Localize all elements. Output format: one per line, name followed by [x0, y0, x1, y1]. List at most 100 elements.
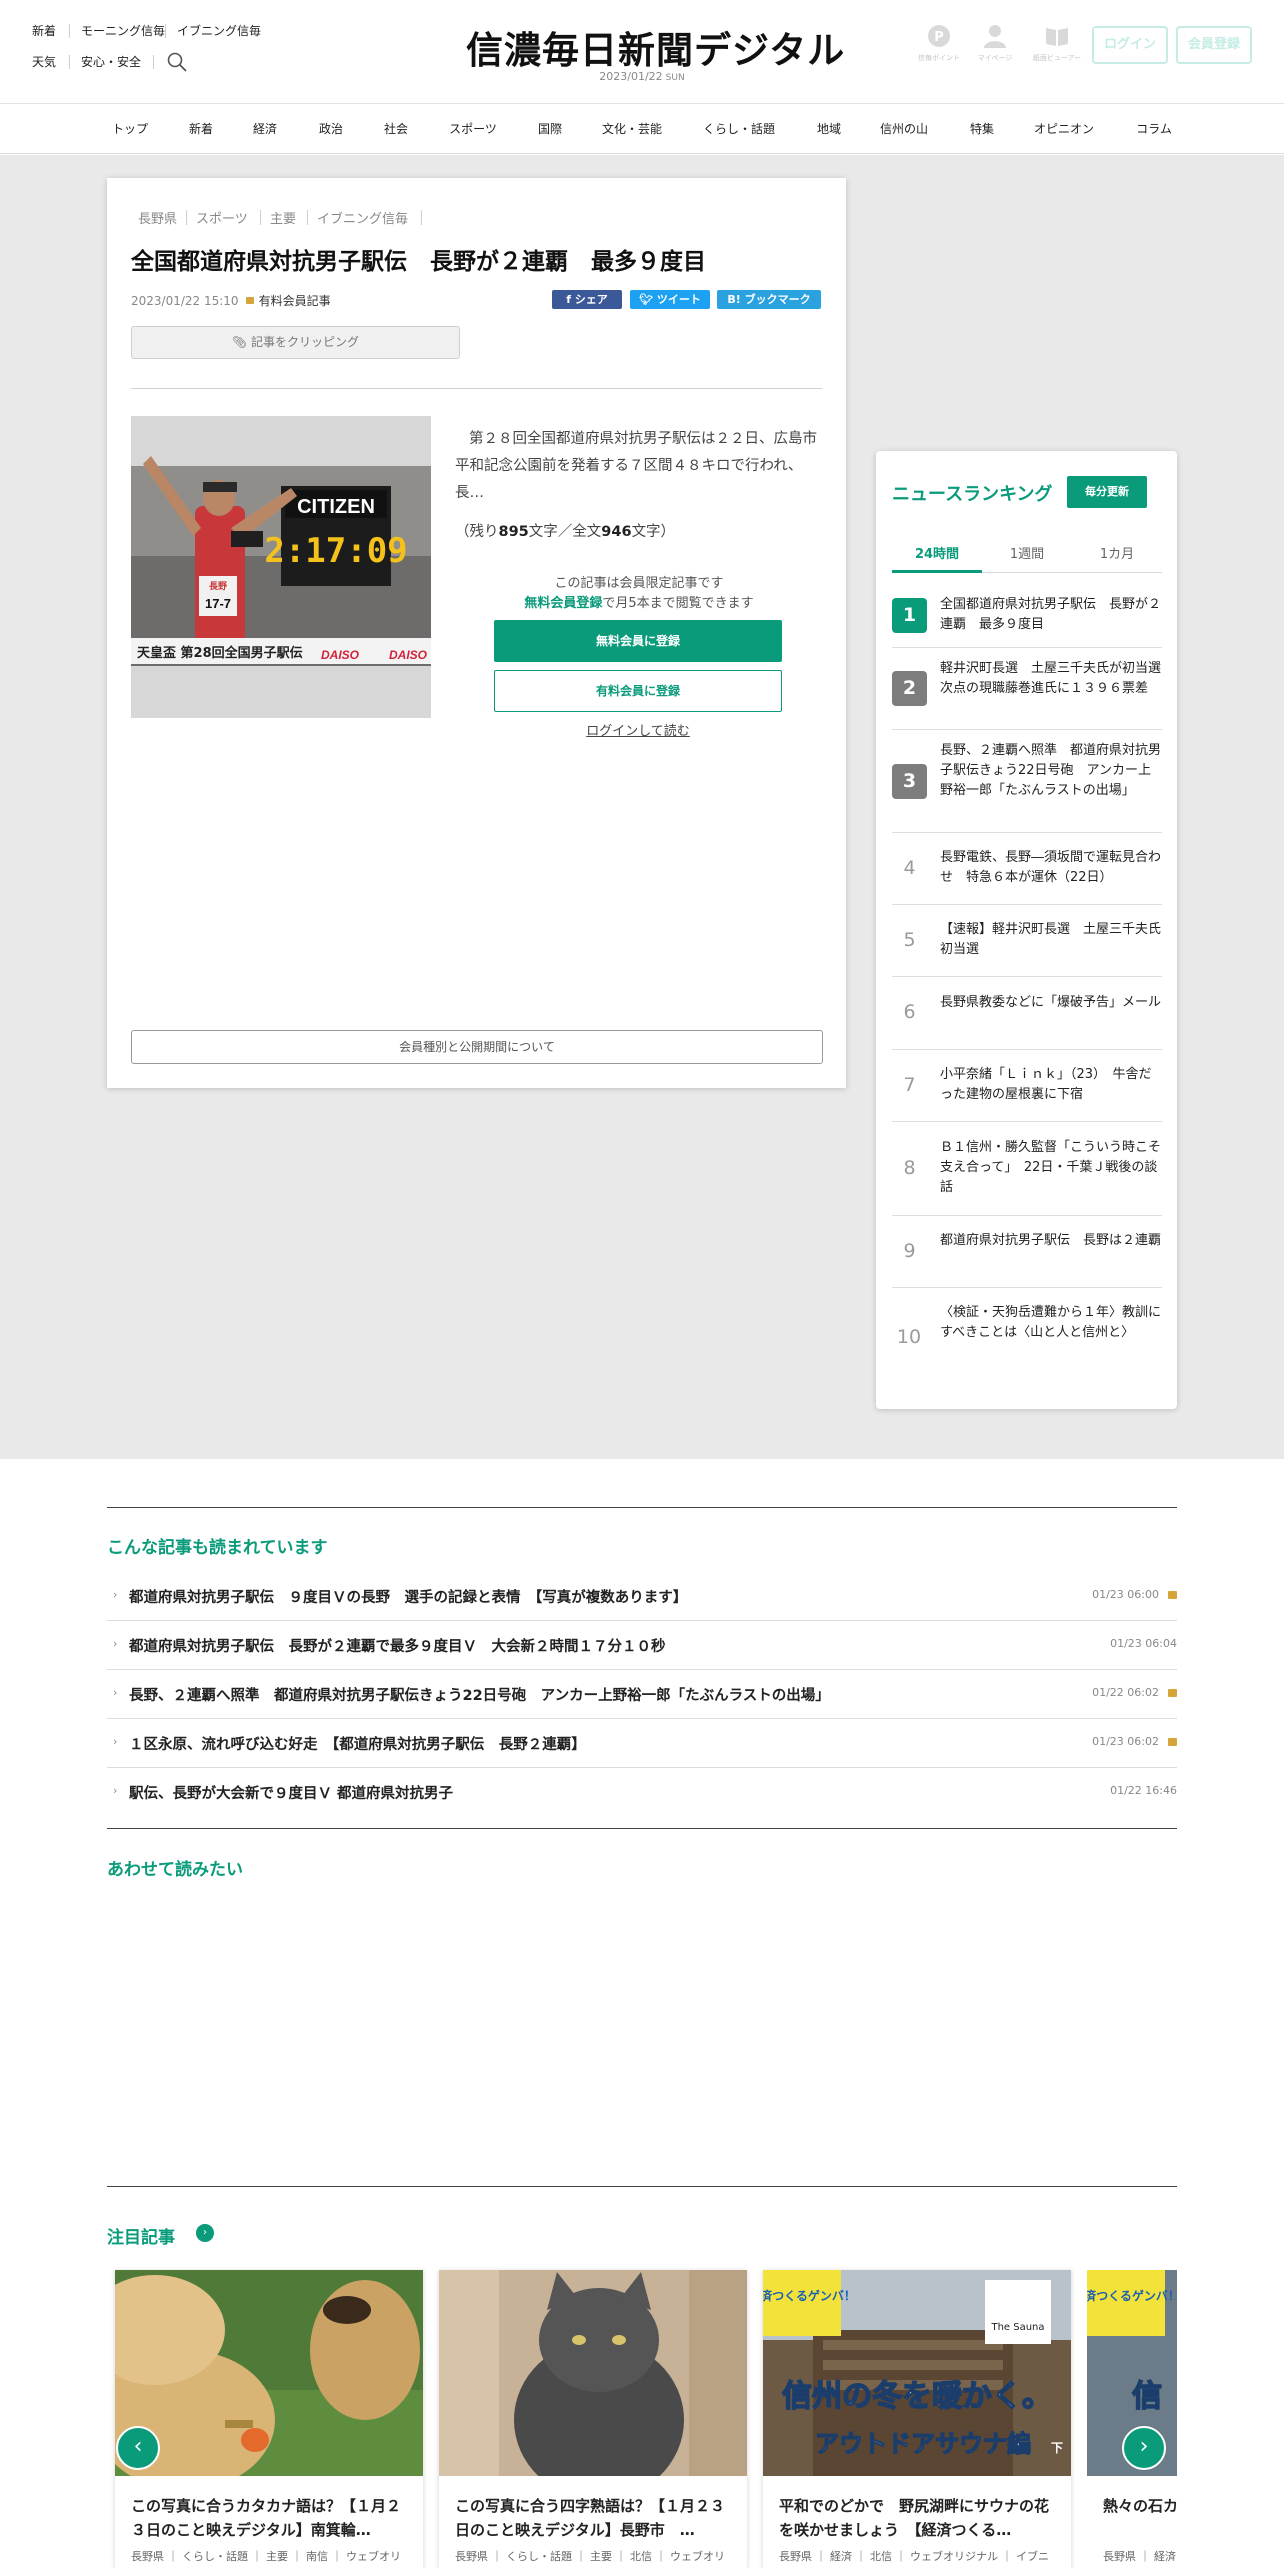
overlay-subtitle: アウトドアサウナ編: [815, 2430, 1031, 2458]
count-suffix: 文字）: [631, 524, 676, 540]
tag-evening[interactable]: イブニング信毎: [317, 208, 408, 227]
membership-types-button[interactable]: 会員種別と公開期間について: [131, 1030, 823, 1064]
ranking-text: 【速報】軽井沢町長選 土屋三千夫氏初当選: [940, 922, 1162, 957]
tab-1week[interactable]: 1週間: [982, 543, 1072, 562]
lock-icon: [245, 297, 254, 304]
article-card: 長野県 スポーツ 主要 イブニング信毎 全国都道府県対抗男子駅伝 長野が２連覇 …: [107, 178, 846, 1088]
ranking-item[interactable]: 8 Ｂ１信州・勝久監督「こういう時こそ支え合って」 22日・千葉Ｊ戦後の談話: [892, 1122, 1162, 1216]
nav-column[interactable]: コラム: [1136, 120, 1172, 137]
popular-item[interactable]: › 都道府県対抗男子駅伝 ９度目Ｖの長野 選手の記録と表情 【写真が複数あります…: [107, 1572, 1177, 1621]
nav-region[interactable]: 地域: [817, 120, 841, 137]
tab-1month[interactable]: 1カ月: [1072, 543, 1162, 562]
tag-sports[interactable]: スポーツ: [196, 208, 248, 227]
featured-card-clip: 経済つくるゲンバ！ 信 熱々の石カ…「フィンラ 長野県 ｜ 経済: [1087, 2270, 1177, 2568]
ranking-text: 全国都道府県対抗男子駅伝 長野が２連覇 最多９度目: [940, 597, 1162, 632]
popular-item-date: 01/22 16:46: [1110, 1784, 1177, 1797]
ranking-item[interactable]: 5 【速報】軽井沢町長選 土屋三千夫氏初当選: [892, 905, 1162, 977]
bookmark-button[interactable]: B! ブックマーク: [717, 290, 821, 309]
facebook-share-button[interactable]: f シェア: [552, 290, 622, 309]
divider: [186, 210, 187, 225]
divider: [131, 388, 822, 389]
point-button[interactable]: P 信毎ポイント: [908, 22, 970, 63]
mypage-button[interactable]: マイページ: [964, 22, 1026, 63]
ranking-item[interactable]: 6 長野県教委などに「爆破予告」メール: [892, 977, 1162, 1050]
nav-international[interactable]: 国際: [538, 120, 562, 137]
count-prefix: （残り: [455, 524, 499, 540]
popular-item[interactable]: › 駅伝、長野が大会新で９度目Ｖ 都道府県対抗男子 01/22 16:46: [107, 1768, 1177, 1817]
ranking-item[interactable]: 10 〈検証・天狗岳遭難から１年〉教訓にすべきことは〈山と人と信州と〉: [892, 1288, 1162, 1388]
nav-politics[interactable]: 政治: [319, 120, 343, 137]
viewer-button[interactable]: 紙面ビューアー: [1026, 22, 1088, 63]
header-link-weather[interactable]: 天気: [32, 54, 56, 70]
site-logo[interactable]: 信濃毎日新聞デジタル: [466, 20, 844, 72]
nav-culture[interactable]: 文化・芸能: [602, 120, 662, 137]
ranking-item[interactable]: 2 軽井沢町長選 土屋三千夫氏が初当選 次点の現職藤巻進氏に１３９６票差: [892, 648, 1174, 730]
article-photo[interactable]: CITIZEN 2:17:09 長野 17-7 天皇盃 第28回全国男子駅伝 D…: [131, 416, 431, 718]
chevron-right-icon: ›: [113, 1735, 118, 1748]
free-member-register-button[interactable]: 無料会員に登録: [494, 620, 782, 662]
divider: [153, 55, 154, 69]
nav-opinion[interactable]: オピニオン: [1034, 120, 1094, 137]
carousel-prev-button[interactable]: ‹: [116, 2426, 160, 2470]
header-link-evening[interactable]: イブニング信毎: [177, 23, 261, 39]
register-button[interactable]: 会員登録: [1176, 26, 1252, 64]
login-to-read-link[interactable]: ログインして読む: [494, 720, 782, 739]
members-only-note: この記事は会員限定記事です 無料会員登録で月5本まで閲覧できます: [471, 574, 807, 614]
header-link-safety[interactable]: 安心・安全: [81, 54, 141, 70]
tab-24h[interactable]: 24時間: [892, 543, 982, 562]
featured-card-title: この写真に合う四字熟語は？【１月２３日のこと映えデジタル】長野市 …: [455, 2497, 726, 2539]
finish-banner: 天皇盃 第28回全国男子駅伝: [137, 645, 303, 661]
free-register-link[interactable]: 無料会員登録: [524, 596, 602, 611]
login-button[interactable]: ログイン: [1092, 26, 1168, 64]
divider: [107, 1828, 1177, 1829]
featured-card[interactable]: この写真に合う四字熟語は？【１月２３日のこと映えデジタル】長野市 … 長野県 ｜…: [439, 2270, 747, 2568]
nav-sports[interactable]: スポーツ: [449, 120, 497, 137]
header-link-morning[interactable]: モーニング信毎: [81, 23, 165, 39]
clip-button[interactable]: 📎︎ 記事をクリッピング: [131, 326, 460, 359]
popular-item-date: 01/22 06:02: [1092, 1686, 1159, 1699]
popular-item-text: 都道府県対抗男子駅伝 長野が２連覇で最多９度目Ｖ 大会新２時間１７分１０秒: [129, 1639, 666, 1655]
chevron-right-icon[interactable]: ›: [196, 2224, 214, 2242]
search-icon[interactable]: [166, 51, 188, 73]
popular-item[interactable]: › 長野、２連覇へ照準 都道府県対抗男子駅伝きょう22日号砲 アンカー上野裕一郎…: [107, 1670, 1177, 1719]
ranking-text: 長野県教委などに「爆破予告」メール: [940, 995, 1162, 1010]
ranking-item[interactable]: 3 長野、２連覇へ照準 都道府県対抗男子駅伝きょう22日号砲 アンカー上野裕一郎…: [892, 730, 1162, 833]
divider: [107, 2186, 1177, 2187]
chevron-right-icon: ›: [113, 1686, 118, 1699]
divider: [307, 210, 308, 225]
active-tab-indicator: [892, 570, 982, 573]
nav-top[interactable]: トップ: [112, 120, 148, 137]
nav-life[interactable]: くらし・話題: [703, 120, 775, 137]
featured-image: 経済つくるゲンバ！ The Sauna 信州の冬を暖かく。 アウトドアサウナ編 …: [763, 2270, 1071, 2476]
nav-economy[interactable]: 経済: [253, 120, 277, 137]
tag-nagano[interactable]: 長野県: [138, 208, 177, 227]
nav-society[interactable]: 社会: [384, 120, 408, 137]
tweet-button[interactable]: 🐦︎ ツイート: [630, 290, 710, 309]
clip-label: 記事をクリッピング: [251, 335, 360, 349]
featured-card-title: 平和でのどかで 野尻湖畔にサウナの花を咲かせましょう 【経済つくる…: [779, 2497, 1050, 2539]
featured-card[interactable]: 経済つくるゲンバ！ 信 熱々の石カ…「フィンラ 長野県 ｜ 経済: [1087, 2270, 1177, 2568]
ranking-item[interactable]: 7 小平奈緒「Ｌｉｎｋ」（23） 牛舎だった建物の屋根裏に下宿: [892, 1050, 1162, 1122]
carousel-next-button[interactable]: ›: [1122, 2426, 1166, 2470]
paperclip-icon: 📎︎: [231, 335, 252, 349]
nav-features[interactable]: 特集: [970, 120, 994, 137]
featured-card-tags: 長野県 ｜ くらし・話題 ｜ 主要 ｜ 北信 ｜ ウェブオリ: [455, 2550, 725, 2563]
nav-new[interactable]: 新着: [189, 120, 213, 137]
ranking-item[interactable]: 9 都道府県対抗男子駅伝 長野は２連覇: [892, 1216, 1162, 1288]
weekday-text: SUN: [665, 73, 685, 83]
nav-mountains[interactable]: 信州の山: [880, 120, 928, 137]
ranking-text: Ｂ１信州・勝久監督「こういう時こそ支え合って」 22日・千葉Ｊ戦後の談話: [940, 1140, 1162, 1195]
popular-item[interactable]: › 都道府県対抗男子駅伝 長野が２連覇で最多９度目Ｖ 大会新２時間１７分１０秒 …: [107, 1621, 1177, 1670]
featured-card[interactable]: 経済つくるゲンバ！ The Sauna 信州の冬を暖かく。 アウトドアサウナ編 …: [763, 2270, 1071, 2568]
ranking-item[interactable]: 4 長野電鉄、長野―須坂間で運転見合わせ 特急６本が運休（22日）: [892, 833, 1162, 905]
ranking-item[interactable]: 1 全国都道府県対抗男子駅伝 長野が２連覇 最多９度目: [892, 584, 1162, 648]
paid-member-register-button[interactable]: 有料会員に登録: [494, 670, 782, 712]
main-nav: トップ 新着 経済 政治 社会 スポーツ 国際 文化・芸能 くらし・話題 地域 …: [0, 104, 1284, 154]
bib-prefecture: 長野: [209, 581, 227, 592]
tag-main[interactable]: 主要: [270, 208, 296, 227]
header-link-new[interactable]: 新着: [32, 23, 56, 39]
lock-icon: [1168, 1591, 1177, 1599]
featured-card[interactable]: この写真に合うカタカナ語は？【１月２３日のこと映えデジタル】南箕輪… 長野県 ｜…: [115, 2270, 423, 2568]
popular-item-text: 駅伝、長野が大会新で９度目Ｖ 都道府県対抗男子: [129, 1786, 454, 1802]
popular-item[interactable]: › １区永原、流れ呼び込む好走 【都道府県対抗男子駅伝 長野２連覇】 01/23…: [107, 1719, 1177, 1768]
